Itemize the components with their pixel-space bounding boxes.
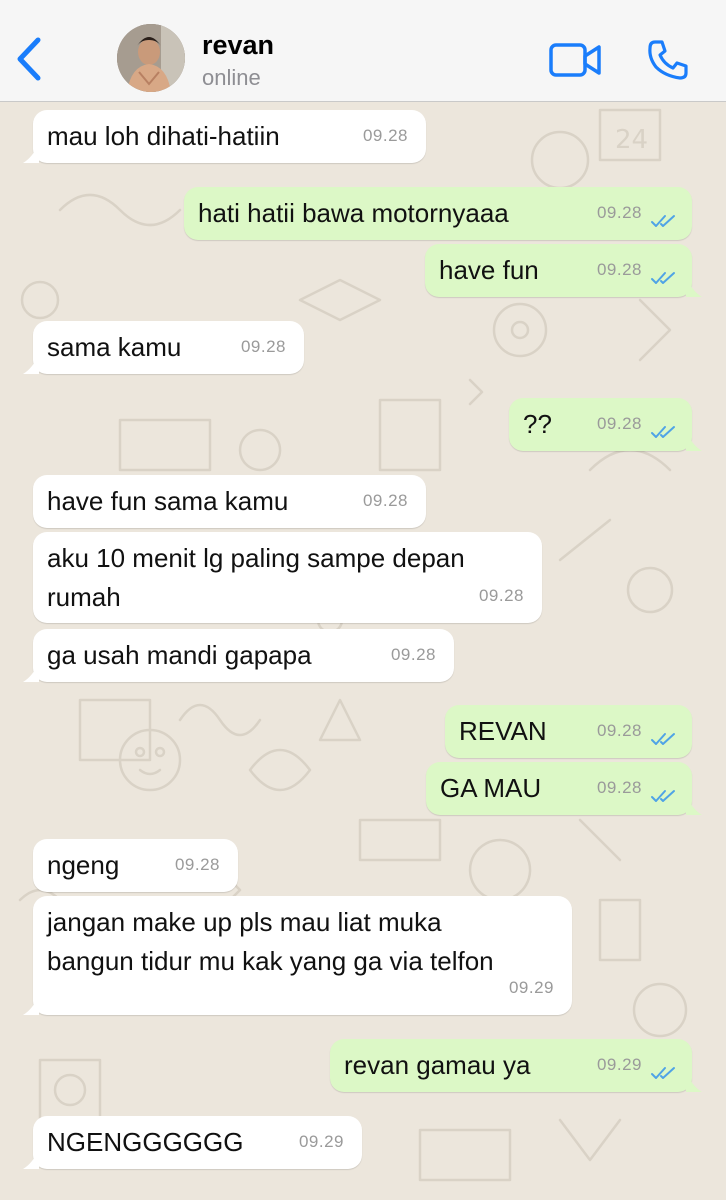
incoming-message[interactable]: mau loh dihati-hatiin 09.28	[23, 110, 426, 163]
message-time: 09.29	[508, 978, 554, 997]
incoming-message[interactable]: have fun sama kamu 09.28	[33, 475, 426, 528]
message-time: 09.28	[596, 260, 642, 279]
incoming-message[interactable]: ga usah mandi gapapa 09.28	[23, 629, 454, 682]
message-text: GA MAU	[440, 773, 542, 803]
message-text: sama kamu	[47, 332, 182, 362]
incoming-message[interactable]: aku 10 menit lg paling sampe depan rumah…	[33, 532, 542, 623]
message-text: REVAN	[459, 716, 547, 746]
message-text: revan gamau ya	[344, 1050, 531, 1080]
incoming-message[interactable]: ngeng 09.28	[33, 839, 238, 892]
voice-call-button[interactable]	[646, 38, 690, 82]
read-ticks-icon	[651, 215, 675, 227]
message-text: have fun sama kamu	[47, 486, 289, 516]
bubble-tail	[686, 1072, 702, 1092]
avatar-image	[117, 24, 185, 92]
message-text: hati hatii bawa motornyaaa	[198, 198, 509, 228]
bubble-tail	[23, 662, 39, 682]
bubble-tail	[686, 431, 702, 451]
message-text: have fun	[439, 255, 539, 285]
message-text: NGENGGGGGG	[47, 1127, 244, 1157]
incoming-message[interactable]: NGENGGGGGG 09.29	[23, 1116, 362, 1169]
bubble-tail	[23, 995, 39, 1015]
avatar[interactable]	[117, 24, 185, 92]
bubble-tail	[686, 795, 702, 815]
message-time: 09.28	[174, 855, 220, 874]
message-text: ga usah mandi gapapa	[47, 640, 312, 670]
outgoing-message[interactable]: ?? 09.28	[509, 398, 702, 451]
outgoing-message[interactable]: hati hatii bawa motornyaaa 09.28	[184, 187, 692, 240]
message-text: aku 10 menit lg paling sampe depan	[47, 543, 465, 573]
message-time: 09.28	[390, 645, 436, 664]
message-time: 09.28	[596, 414, 642, 433]
read-ticks-icon	[651, 1067, 675, 1079]
read-ticks-icon	[651, 426, 675, 438]
message-time: 09.28	[596, 721, 642, 740]
message-time: 09.28	[240, 337, 286, 356]
message-text: mau loh dihati-hatiin	[47, 121, 280, 151]
bubble-tail	[23, 143, 39, 163]
message-time: 09.28	[478, 586, 524, 605]
read-ticks-icon	[651, 272, 675, 284]
outgoing-message[interactable]: REVAN 09.28	[445, 705, 692, 758]
outgoing-message[interactable]: revan gamau ya 09.29	[330, 1039, 702, 1092]
message-text: jangan make up pls mau liat muka	[47, 907, 442, 937]
read-ticks-icon	[651, 790, 675, 802]
message-text-line-2: bangun tidur mu kak yang ga via telfon	[47, 946, 494, 976]
read-ticks-icon	[651, 733, 675, 745]
outgoing-message[interactable]: have fun 09.28	[425, 244, 702, 297]
message-text-line-2: rumah	[47, 582, 121, 612]
contact-name[interactable]: revan	[202, 30, 274, 61]
bubble-tail	[686, 277, 702, 297]
bubble-tail	[23, 354, 39, 374]
outgoing-message[interactable]: GA MAU 09.28	[426, 762, 702, 815]
incoming-message[interactable]: jangan make up pls mau liat muka bangun …	[23, 896, 572, 1015]
incoming-message[interactable]: sama kamu 09.28	[23, 321, 304, 374]
contact-status: online	[202, 65, 261, 90]
message-time: 09.29	[596, 1055, 642, 1074]
video-camera-icon	[549, 43, 601, 77]
phone-icon	[648, 40, 688, 80]
back-button[interactable]	[14, 36, 46, 82]
message-time: 09.28	[362, 126, 408, 145]
message-time: 09.28	[596, 778, 642, 797]
message-time: 09.29	[298, 1132, 344, 1151]
message-text: ngeng	[47, 850, 120, 880]
chat-header: revan online	[0, 0, 726, 102]
chevron-left-icon	[17, 37, 41, 81]
message-time: 09.28	[362, 491, 408, 510]
message-text: ??	[523, 409, 552, 439]
bubble-tail	[23, 1149, 39, 1169]
svg-text:24: 24	[615, 125, 648, 155]
message-time: 09.28	[596, 203, 642, 222]
video-call-button[interactable]	[548, 40, 602, 80]
